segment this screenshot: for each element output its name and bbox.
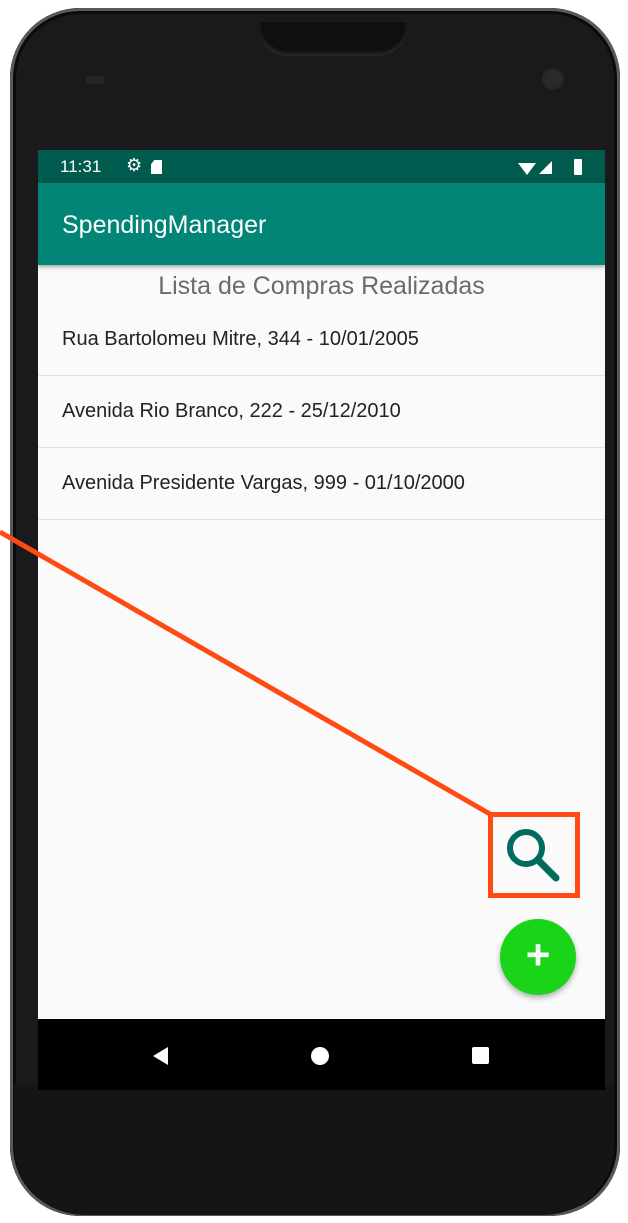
add-purchase-button[interactable]: + [500,919,576,995]
annotation-highlight-box [488,812,580,898]
navigation-bar [38,1019,605,1090]
sd-card-icon [151,160,162,174]
list-item-label: Avenida Rio Branco, 222 - 25/12/2010 [62,400,401,422]
list-item-label: Avenida Presidente Vargas, 999 - 01/10/2… [62,472,465,494]
app-bar: SpendingManager [38,183,605,265]
battery-icon [574,159,582,175]
proximity-sensor [85,76,105,84]
list-item-label: Rua Bartolomeu Mitre, 344 - 10/01/2005 [62,328,419,350]
list-item[interactable]: Avenida Presidente Vargas, 999 - 01/10/2… [38,448,605,520]
plus-icon: + [525,931,551,978]
home-icon[interactable] [311,1047,329,1065]
recents-icon[interactable] [472,1047,489,1064]
list-title: Lista de Compras Realizadas [158,272,485,300]
signal-icon [539,161,552,174]
back-icon[interactable] [153,1047,168,1065]
device-screen: 11:31 ⚙ SpendingManager Lista de Compras… [38,150,605,1090]
status-bar: 11:31 ⚙ [38,150,605,183]
app-title: SpendingManager [62,211,267,239]
status-time: 11:31 [60,157,102,176]
list-item[interactable]: Avenida Rio Branco, 222 - 25/12/2010 [38,376,605,448]
earpiece-speaker [258,22,408,56]
gear-icon: ⚙ [126,155,143,175]
purchase-list: Rua Bartolomeu Mitre, 344 - 10/01/2005 A… [38,304,605,520]
list-item[interactable]: Rua Bartolomeu Mitre, 344 - 10/01/2005 [38,304,605,376]
front-camera [540,66,566,92]
phone-chin [14,1085,614,1215]
wifi-icon [518,163,536,175]
